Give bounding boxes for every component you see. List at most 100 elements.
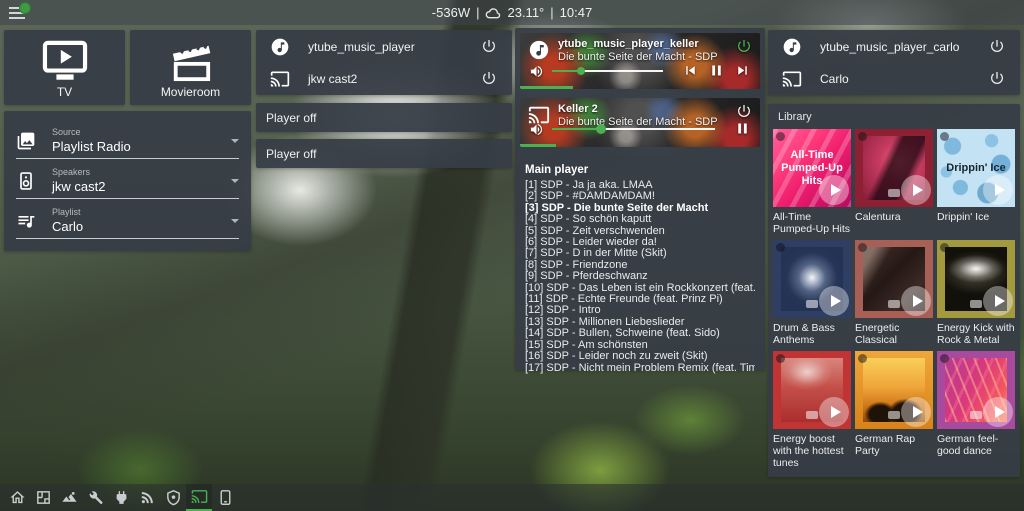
playlist-icon [16, 211, 36, 231]
queue-track[interactable]: [6] SDP - Leider wieder da! [525, 237, 755, 248]
player-name: ytube_music_player [308, 39, 415, 54]
thumbnail-badge-icon [806, 411, 818, 419]
play-button-overlay[interactable] [819, 286, 849, 316]
tools-icon[interactable] [82, 484, 108, 511]
album-tile[interactable]: Energy boost with the hottest tunes [773, 351, 851, 469]
media-row: jkw cast2 [256, 65, 512, 93]
album-tile[interactable]: German Rap Party [855, 351, 933, 457]
album-tile[interactable]: German feel-good dance [937, 351, 1015, 457]
play-button-overlay[interactable] [819, 397, 849, 427]
play-button-overlay[interactable] [819, 175, 849, 205]
queue-track[interactable]: [4] SDP - So schön kaputt [525, 214, 755, 225]
album-cover[interactable]: All-Time Pumped-Up Hits [773, 129, 851, 207]
queue-track[interactable]: [3] SDP - Die bunte Seite der Macht [525, 203, 755, 214]
album-cover[interactable] [855, 129, 933, 207]
play-button-overlay[interactable] [901, 286, 931, 316]
queue-track[interactable]: [7] SDP - D in der Mitte (Skit) [525, 248, 755, 259]
album-title: Calentura [855, 211, 901, 223]
power-button[interactable] [988, 70, 1006, 88]
power-button[interactable] [988, 38, 1006, 56]
volume-thumb[interactable] [576, 67, 585, 75]
album-tile[interactable]: Drippin' Ice Drippin' Ice [937, 129, 1015, 223]
cover-badge-icon [776, 243, 785, 252]
queue-track[interactable]: [12] SDP - Intro [525, 305, 755, 316]
album-cover[interactable] [855, 240, 933, 318]
volume-icon [529, 122, 544, 137]
keller-panel: ytube_music_player_keller Die bunte Seit… [515, 28, 765, 373]
player-name: Carlo [820, 71, 849, 86]
volume-slider[interactable] [552, 124, 715, 134]
next-track-button[interactable] [733, 62, 751, 80]
volume-thumb[interactable] [595, 124, 606, 134]
queue-track[interactable]: [11] SDP - Echte Freunde (feat. Prinz Pi… [525, 294, 755, 305]
nav-tile-movieroom[interactable]: Movieroom [130, 30, 251, 105]
play-button-overlay[interactable] [983, 286, 1013, 316]
queue-track[interactable]: [15] SDP - Am schönsten [525, 340, 755, 351]
playlist-select[interactable]: Playlist Carlo [16, 202, 239, 239]
source-select[interactable]: Source Playlist Radio [16, 122, 239, 159]
previous-track-button[interactable] [681, 62, 699, 80]
power-button[interactable] [735, 103, 753, 121]
album-cover[interactable] [773, 240, 851, 318]
cast-icon [782, 69, 802, 89]
queue-track[interactable]: [17] SDP - Nicht mein Problem Remix (fea… [525, 363, 755, 374]
cast-icon [270, 69, 290, 89]
play-button-overlay[interactable] [901, 175, 931, 205]
dropdown-caret-icon [231, 138, 239, 143]
queue-track[interactable]: [1] SDP - Ja ja aka. LMAA [525, 180, 755, 191]
album-cover[interactable] [937, 351, 1015, 429]
floorplan-icon[interactable] [30, 484, 56, 511]
queue-track[interactable]: [16] SDP - Leider noch zu zweit (Skit) [525, 351, 755, 362]
music-circle-icon [782, 37, 802, 57]
play-button-overlay[interactable] [983, 397, 1013, 427]
shield-icon[interactable] [160, 484, 186, 511]
power-button[interactable] [480, 38, 498, 56]
album-cover[interactable] [937, 240, 1015, 318]
volume-slider[interactable] [552, 67, 663, 75]
queue-track[interactable]: [8] SDP - Friendzone [525, 260, 755, 271]
rss-icon[interactable] [134, 484, 160, 511]
select-value: Playlist Radio [52, 139, 131, 154]
queue-track[interactable]: [2] SDP - #DAMDAMDAM! [525, 191, 755, 202]
landscape-icon[interactable] [56, 484, 82, 511]
home-icon[interactable] [4, 484, 30, 511]
tablet-icon[interactable] [212, 484, 238, 511]
cast-icon[interactable] [186, 484, 212, 511]
queue-track[interactable]: [13] SDP - Millionen Liebeslieder [525, 317, 755, 328]
album-tile[interactable]: Calentura [855, 129, 933, 223]
album-cover[interactable] [773, 351, 851, 429]
album-tile[interactable]: Energetic Classical [855, 240, 933, 346]
volume-fill [552, 128, 601, 130]
play-button-overlay[interactable] [901, 397, 931, 427]
queue-title: Main player [525, 164, 589, 176]
queue-track[interactable]: [9] SDP - Pferdeschwanz [525, 271, 755, 282]
queue-track[interactable]: [14] SDP - Bullen, Schweine (feat. Sido) [525, 328, 755, 339]
speakers-select[interactable]: Speakers jkw cast2 [16, 162, 239, 199]
cover-badge-icon [858, 132, 867, 141]
power-button[interactable] [735, 38, 753, 56]
album-tile[interactable]: Drum & Bass Anthems [773, 240, 851, 346]
play-button-overlay[interactable] [983, 175, 1013, 205]
thumbnail-badge-icon [970, 300, 982, 308]
queue-track[interactable]: [5] SDP - Zeit verschwenden [525, 226, 755, 237]
pause-button[interactable] [733, 120, 751, 138]
power-button[interactable] [480, 70, 498, 88]
queue-track-list: [1] SDP - Ja ja aka. LMAA [2] SDP - #DAMD… [525, 180, 755, 374]
thumbnail-badge-icon [888, 411, 900, 419]
album-cover[interactable] [855, 351, 933, 429]
nav-tile-tv[interactable]: TV [4, 30, 125, 105]
album-tile[interactable]: All-Time Pumped-Up Hits All-Time Pumped-U… [773, 129, 851, 235]
album-tile[interactable]: Energy Kick with Rock & Metal [937, 240, 1015, 346]
sidebar-menu-button[interactable] [9, 2, 31, 21]
temperature-reading: 23.11° [507, 5, 545, 20]
album-cover[interactable]: Drippin' Ice [937, 129, 1015, 207]
pause-button[interactable] [707, 62, 725, 80]
task-bar [0, 484, 1024, 511]
queue-track[interactable]: [10] SDP - Das Leben ist ein Rockkonzert… [525, 283, 755, 294]
dashboard-screen: -536W | 23.11° | 10:47 TV Movieroom Sour… [0, 0, 1024, 511]
album-title: German feel-good dance [937, 433, 999, 457]
media-row: ytube_music_player [256, 33, 512, 61]
carlo-column: ytube_music_player_carlo Carlo Library A… [768, 30, 1020, 477]
keller2-player-card: Keller 2 Die bunte Seite der Macht - SDP [520, 98, 760, 147]
power-plug-icon[interactable] [108, 484, 134, 511]
